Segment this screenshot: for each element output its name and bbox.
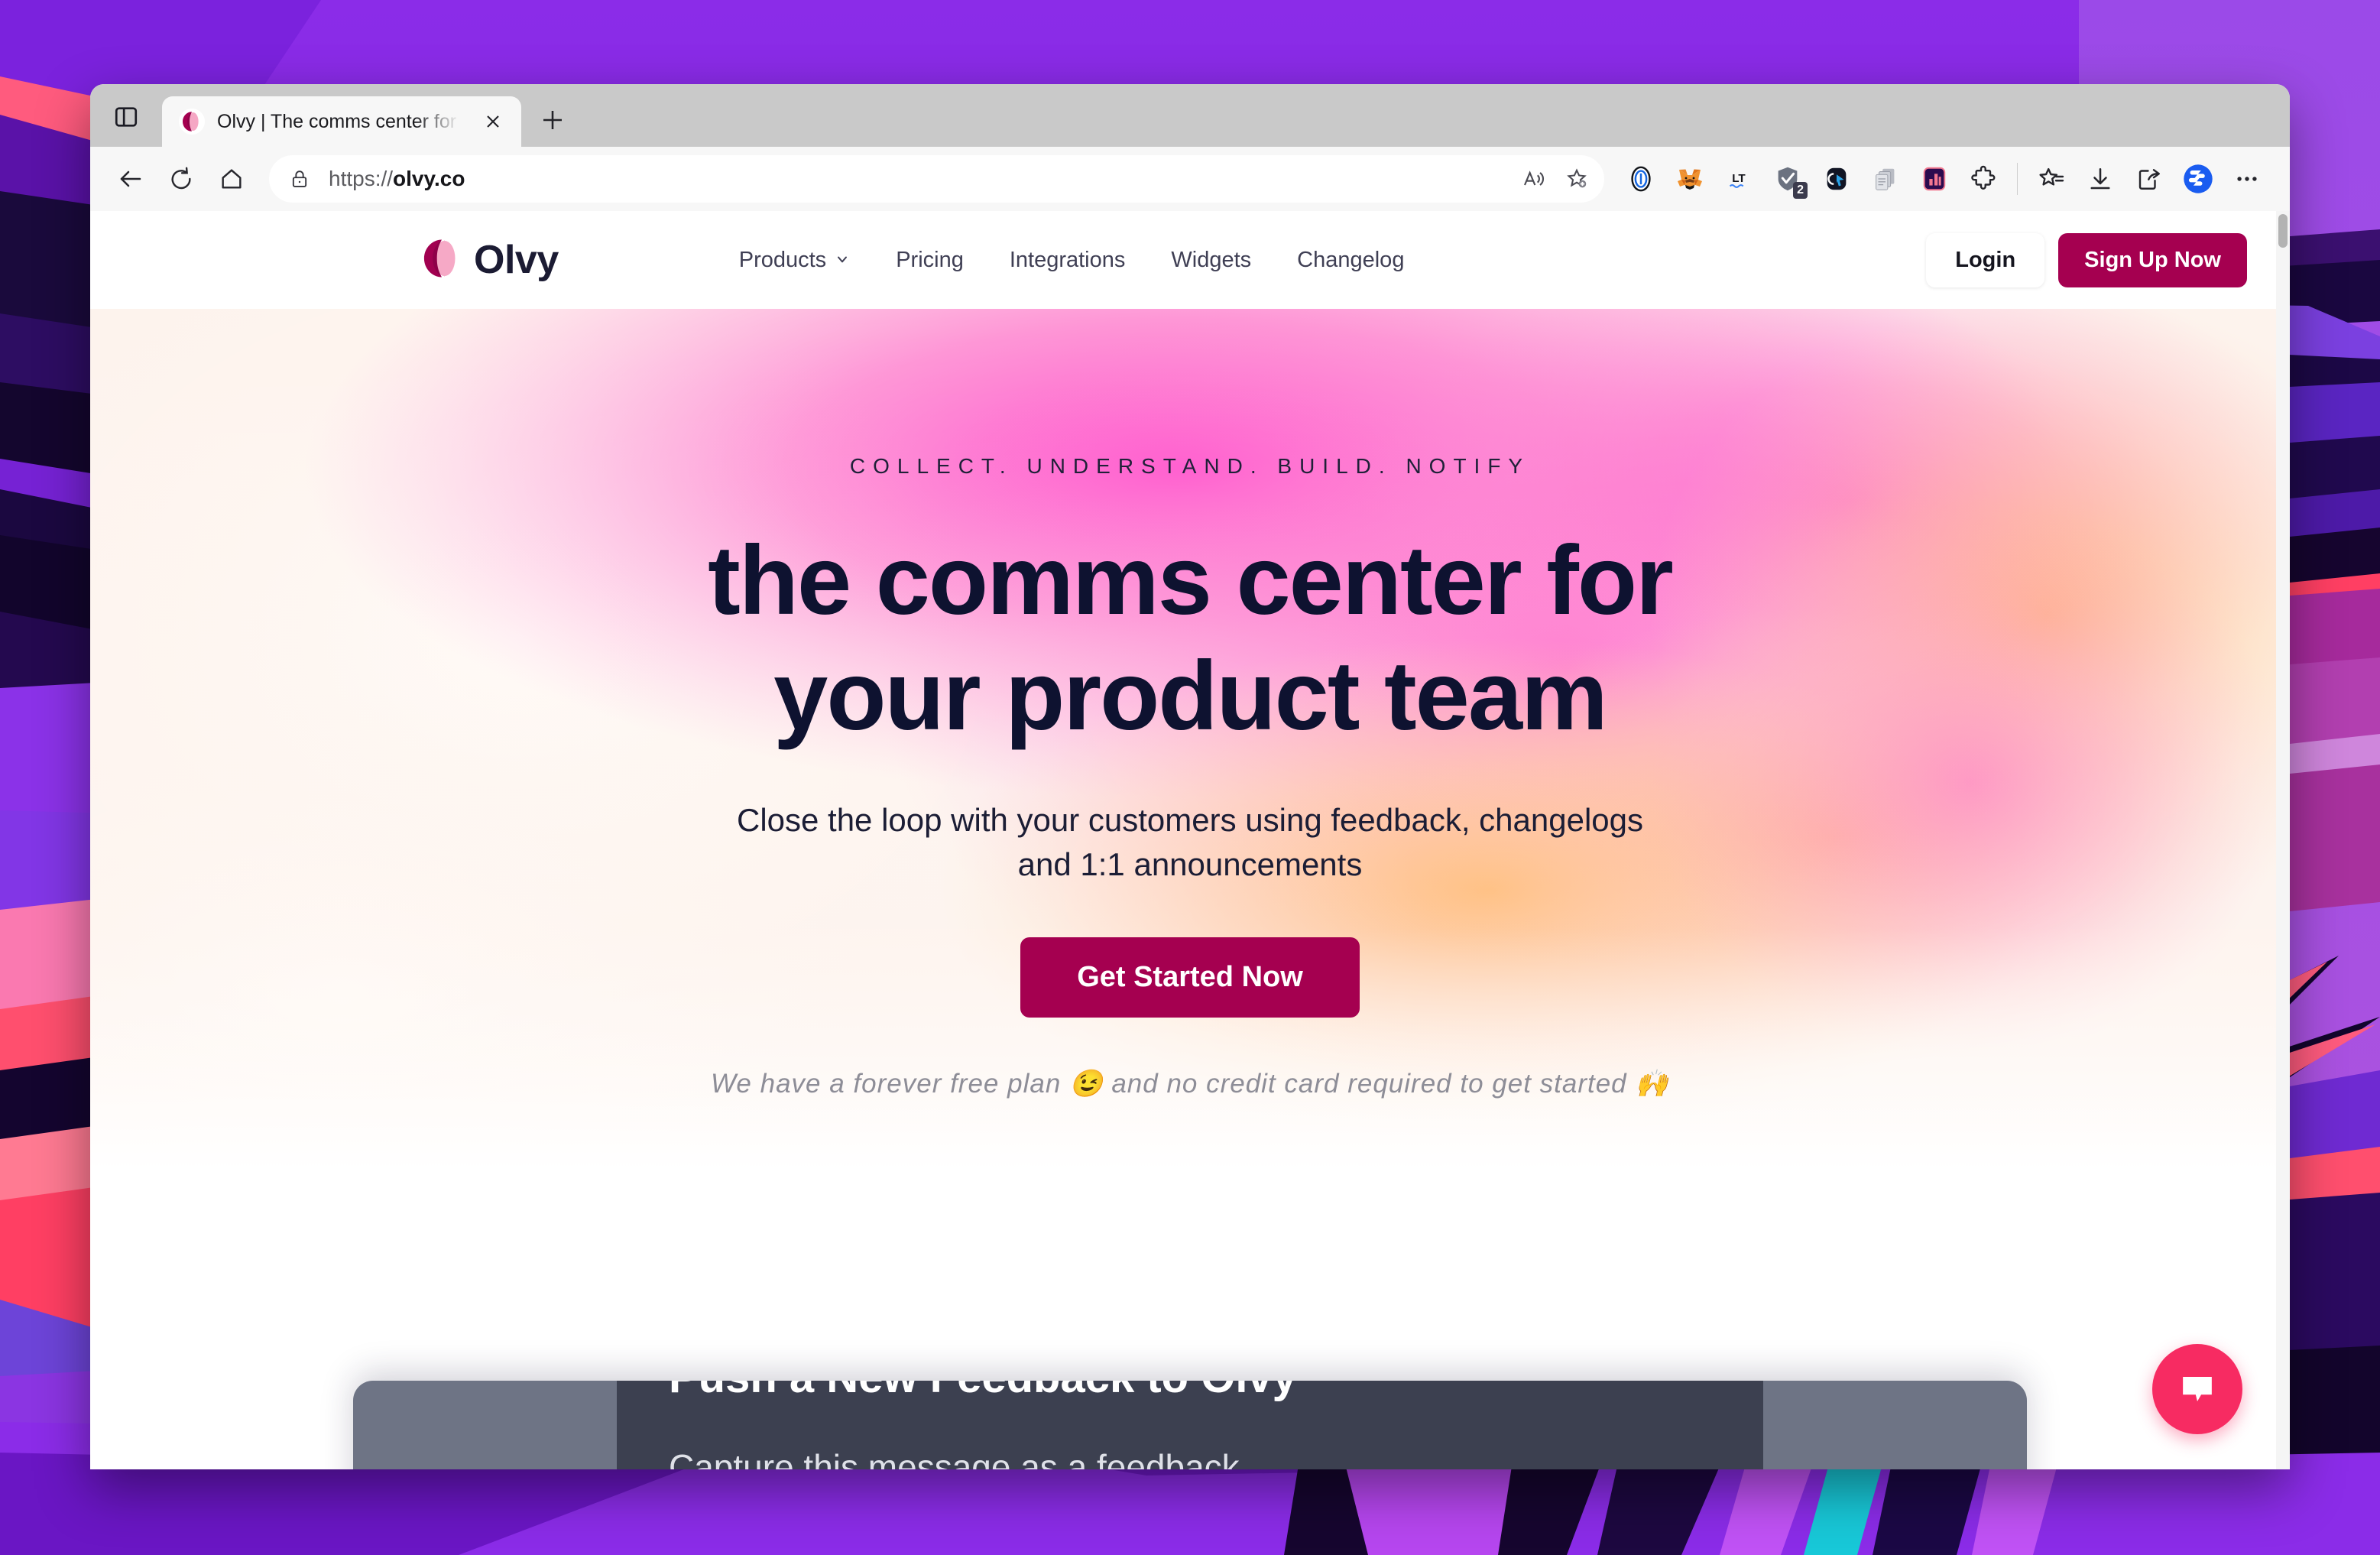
olvy-logo-icon: [179, 109, 205, 135]
clipboard-pointer-icon[interactable]: [1814, 156, 1860, 202]
downloads-icon[interactable]: [2077, 156, 2123, 202]
page-title: the comms center for your product team: [90, 523, 2290, 754]
nav-link-changelog[interactable]: Changelog: [1274, 248, 1427, 273]
subheading-line-2: and 1:1 announcements: [1017, 846, 1363, 883]
page-viewport: Olvy Products Pricing Integrations Widge…: [90, 211, 2290, 1469]
chat-bubble-icon[interactable]: [2152, 1344, 2242, 1434]
nav-link-label: Integrations: [1009, 247, 1126, 272]
copy-pages-icon[interactable]: [1863, 156, 1908, 202]
olvy-logo-icon: [420, 237, 463, 284]
settings-more-icon[interactable]: [2224, 156, 2270, 202]
desktop: Olvy | The comms center for yo https://o…: [0, 0, 2380, 1555]
header-actions: Login Sign Up Now: [1926, 232, 2247, 287]
plus-icon[interactable]: [530, 98, 575, 142]
nav-link-label: Widgets: [1171, 247, 1252, 272]
browser-toolbar: https://olvy.co LT 2: [90, 147, 2290, 211]
browser-tab-title: Olvy | The comms center for yo: [217, 110, 465, 132]
browser-tab-strip: Olvy | The comms center for yo: [90, 84, 2290, 147]
add-favorite-icon[interactable]: [1555, 157, 1598, 200]
site-nav: Products Pricing Integrations Widgets Ch…: [716, 248, 1428, 273]
1password-icon[interactable]: [1618, 156, 1664, 202]
nav-link-products[interactable]: Products: [716, 248, 873, 273]
extension-badge-count: 2: [1793, 182, 1808, 199]
tab-list-icon[interactable]: [101, 93, 151, 141]
toolbar-divider: [2017, 163, 2018, 195]
profile-avatar-icon[interactable]: [2175, 156, 2221, 202]
page-scrollbar[interactable]: [2276, 211, 2290, 1469]
share-icon[interactable]: [2126, 156, 2172, 202]
browser-window: Olvy | The comms center for yo https://o…: [90, 84, 2290, 1469]
get-started-now-button[interactable]: Get Started Now: [1020, 937, 1360, 1018]
url-text: https://olvy.co: [329, 167, 465, 190]
demo-preview-wrapper: Push a New Feedback to Olvy Capture this…: [90, 1381, 2290, 1469]
languagetool-icon[interactable]: LT: [1716, 156, 1762, 202]
close-icon[interactable]: [477, 106, 509, 138]
address-bar[interactable]: https://olvy.co: [269, 155, 1604, 203]
shield-check-icon[interactable]: 2: [1765, 156, 1811, 202]
hero-content: COLLECT. UNDERSTAND. BUILD. NOTIFY the c…: [90, 309, 2290, 1099]
free-plan-note: We have a forever free plan 😉 and no cre…: [711, 1068, 1669, 1099]
brand-logo[interactable]: Olvy: [420, 237, 559, 284]
metamask-fox-icon[interactable]: [1667, 156, 1713, 202]
demo-modal-title: Push a New Feedback to Olvy: [669, 1381, 1297, 1403]
demo-preview-card[interactable]: Push a New Feedback to Olvy Capture this…: [353, 1381, 2027, 1469]
site-header: Olvy Products Pricing Integrations Widge…: [90, 211, 2290, 309]
reload-icon[interactable]: [157, 155, 205, 203]
nav-link-label: Pricing: [896, 247, 964, 272]
lock-icon: [289, 168, 310, 190]
demo-modal-subtitle: Capture this message as a feedback: [669, 1447, 1240, 1469]
home-icon[interactable]: [208, 155, 255, 203]
login-button[interactable]: Login: [1926, 232, 2045, 287]
headline-line-1: the comms center for: [708, 526, 1674, 635]
headline-line-2: your product team: [773, 641, 1608, 752]
hero-section: COLLECT. UNDERSTAND. BUILD. NOTIFY the c…: [90, 309, 2290, 1170]
nav-link-integrations[interactable]: Integrations: [987, 248, 1149, 273]
chevron-down-icon: [835, 248, 850, 273]
hero-eyebrow: COLLECT. UNDERSTAND. BUILD. NOTIFY: [849, 454, 1531, 478]
sign-up-now-button[interactable]: Sign Up Now: [2058, 232, 2247, 287]
brand-name: Olvy: [474, 238, 559, 282]
browser-tab[interactable]: Olvy | The comms center for yo: [162, 96, 521, 147]
back-arrow-icon[interactable]: [107, 155, 154, 203]
read-aloud-icon[interactable]: [1513, 157, 1555, 200]
nav-link-widgets[interactable]: Widgets: [1148, 248, 1274, 273]
subheading-line-1: Close the loop with your customers using…: [736, 802, 1643, 839]
scrollbar-thumb[interactable]: [2278, 214, 2288, 248]
nav-link-label: Products: [738, 247, 827, 272]
nav-link-pricing[interactable]: Pricing: [873, 248, 987, 273]
nav-link-label: Changelog: [1297, 247, 1405, 272]
collections-icon[interactable]: [2028, 156, 2074, 202]
demo-modal-panel: Push a New Feedback to Olvy Capture this…: [617, 1381, 1763, 1469]
analytics-icon[interactable]: [1911, 156, 1957, 202]
hero-subheading: Close the loop with your customers using…: [90, 798, 2290, 887]
svg-text:LT: LT: [1732, 172, 1746, 185]
puzzle-extensions-icon[interactable]: [1960, 156, 2006, 202]
